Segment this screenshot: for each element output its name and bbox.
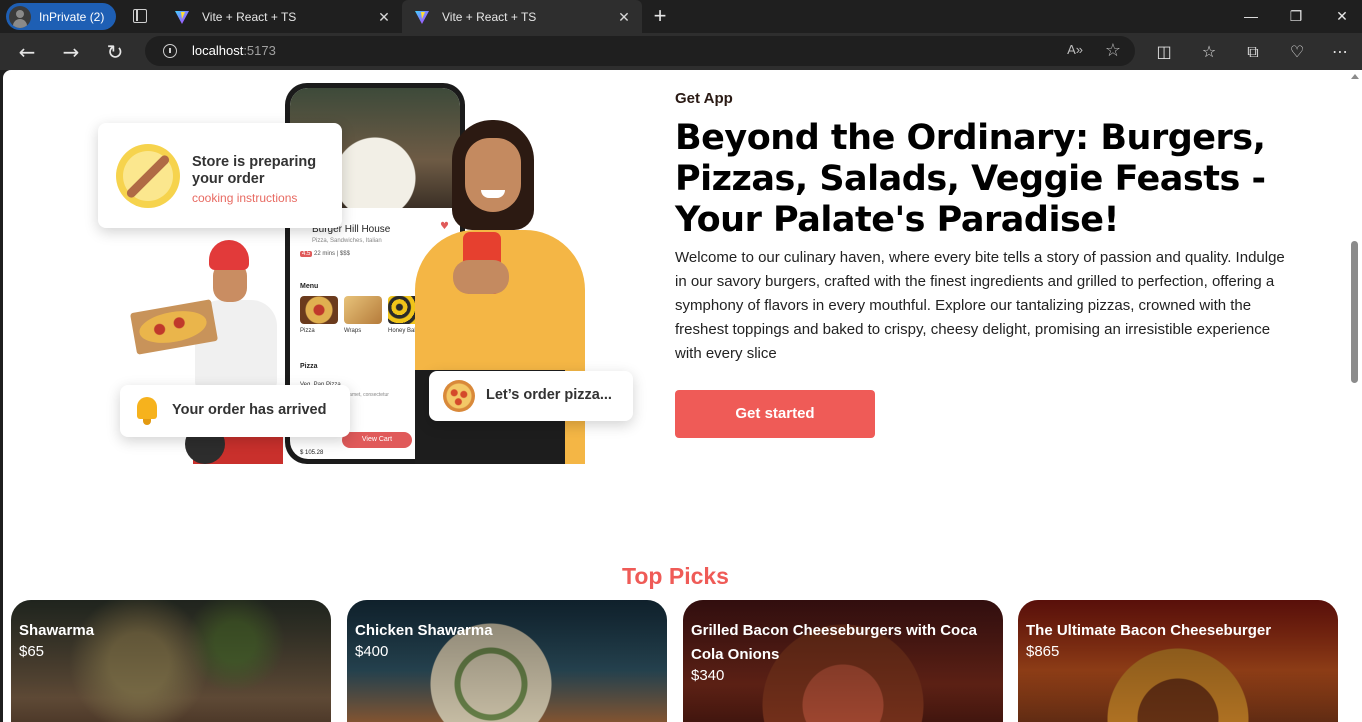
tab-title: Vite + React + TS xyxy=(442,9,537,24)
hero-eyebrow: Get App xyxy=(675,90,733,107)
get-started-button[interactable]: Get started xyxy=(675,390,875,438)
top-pick-card[interactable]: Shawarma $65 xyxy=(11,600,331,722)
hero-illustration: Burger Hill House ♥ Pizza, Sandwiches, I… xyxy=(95,80,640,464)
restore-icon[interactable]: ❐ xyxy=(1281,4,1311,28)
site-info-icon[interactable] xyxy=(163,44,177,58)
browser-address-bar: ← → ↻ localhost:5173 A» ☆ ◫ ☆ ⧉ ♡ ⋯ xyxy=(0,33,1362,70)
url-text: localhost:5173 xyxy=(192,43,276,58)
favorites-icon[interactable]: ☆ xyxy=(1198,41,1220,63)
hero-headline: Beyond the Ordinary: Burgers, Pizzas, Sa… xyxy=(675,118,1266,240)
hero-description: Welcome to our culinary haven, where eve… xyxy=(675,249,1285,362)
pizza-icon xyxy=(443,380,475,412)
forward-arrow-icon[interactable]: → xyxy=(58,39,84,65)
read-aloud-icon[interactable]: A» xyxy=(1067,42,1083,57)
minimize-icon[interactable]: — xyxy=(1236,4,1266,28)
top-pick-card[interactable]: Chicken Shawarma $400 xyxy=(347,600,667,722)
preparing-order-card: Store is preparing your order cooking in… xyxy=(98,123,342,228)
top-pick-name: The Ultimate Bacon Cheeseburger xyxy=(1026,622,1272,639)
page-scrollbar[interactable] xyxy=(1348,70,1362,722)
top-pick-card[interactable]: Grilled Bacon Cheeseburgers with Coca Co… xyxy=(683,600,1003,722)
close-tab-icon[interactable]: ✕ xyxy=(376,9,392,25)
top-pick-price: $340 xyxy=(691,667,725,684)
menu-item-label: Wraps xyxy=(344,328,362,334)
url-field[interactable]: localhost:5173 A» ☆ xyxy=(145,36,1135,66)
tab-title: Vite + React + TS xyxy=(202,9,297,24)
top-pick-name: Chicken Shawarma xyxy=(355,622,493,639)
tab-actions-icon[interactable] xyxy=(130,6,150,26)
top-pick-price: $400 xyxy=(355,643,389,660)
top-pick-name: Grilled Bacon Cheeseburgers with Coca Co… xyxy=(691,622,977,663)
browser-essentials-icon[interactable]: ♡ xyxy=(1286,41,1308,63)
close-tab-icon[interactable]: ✕ xyxy=(616,9,632,25)
inprivate-label: InPrivate (2) xyxy=(39,9,105,24)
cooking-instructions-label: cooking instructions xyxy=(192,191,298,205)
browser-tab-1[interactable]: Vite + React + TS ✕ xyxy=(162,0,402,33)
phone-cuisine: Pizza, Sandwiches, Italian xyxy=(312,238,382,244)
new-tab-icon[interactable]: + xyxy=(650,4,670,28)
scroll-up-arrow-icon[interactable] xyxy=(1351,74,1359,79)
top-picks-title: Top Picks xyxy=(622,563,729,589)
refresh-icon[interactable]: ↻ xyxy=(102,39,128,65)
scrollbar-thumb[interactable] xyxy=(1351,241,1358,383)
preparing-order-title: Store is preparing your order xyxy=(192,154,317,187)
favorite-star-icon[interactable]: ☆ xyxy=(1105,40,1121,61)
inprivate-profile-button[interactable]: InPrivate (2) xyxy=(6,3,116,30)
top-pick-price: $865 xyxy=(1026,643,1060,660)
bell-icon xyxy=(134,395,160,425)
collections-icon[interactable]: ⧉ xyxy=(1242,41,1264,63)
vite-logo-icon xyxy=(175,10,189,24)
back-arrow-icon[interactable]: ← xyxy=(14,39,40,65)
profile-avatar-icon xyxy=(9,5,31,28)
order-arrived-card: Your order has arrived xyxy=(120,385,350,437)
order-pizza-text: Let’s order pizza... xyxy=(486,387,612,403)
phone-rating: 4.5 22 mins | $$$ xyxy=(300,251,350,257)
top-pick-card[interactable]: The Ultimate Bacon Cheeseburger $865 xyxy=(1018,600,1338,722)
page-viewport: Burger Hill House ♥ Pizza, Sandwiches, I… xyxy=(3,70,1362,722)
pizza-thumbnail xyxy=(300,296,338,324)
vite-logo-icon xyxy=(415,10,429,24)
top-pick-price: $65 xyxy=(19,643,45,660)
more-menu-icon[interactable]: ⋯ xyxy=(1329,41,1351,63)
browser-tab-2[interactable]: Vite + React + TS ✕ xyxy=(402,0,642,33)
order-pizza-card: Let’s order pizza... xyxy=(429,371,633,421)
rolling-pin-icon xyxy=(116,144,180,208)
phone-price: $ 105.28 xyxy=(300,450,324,456)
top-pick-name: Shawarma xyxy=(19,622,95,639)
split-screen-icon[interactable]: ◫ xyxy=(1153,41,1175,63)
order-arrived-text: Your order has arrived xyxy=(172,402,327,418)
wraps-thumbnail xyxy=(344,296,382,324)
browser-tab-bar: InPrivate (2) Vite + React + TS ✕ Vite +… xyxy=(0,0,1362,33)
close-window-icon[interactable]: ✕ xyxy=(1327,4,1357,28)
